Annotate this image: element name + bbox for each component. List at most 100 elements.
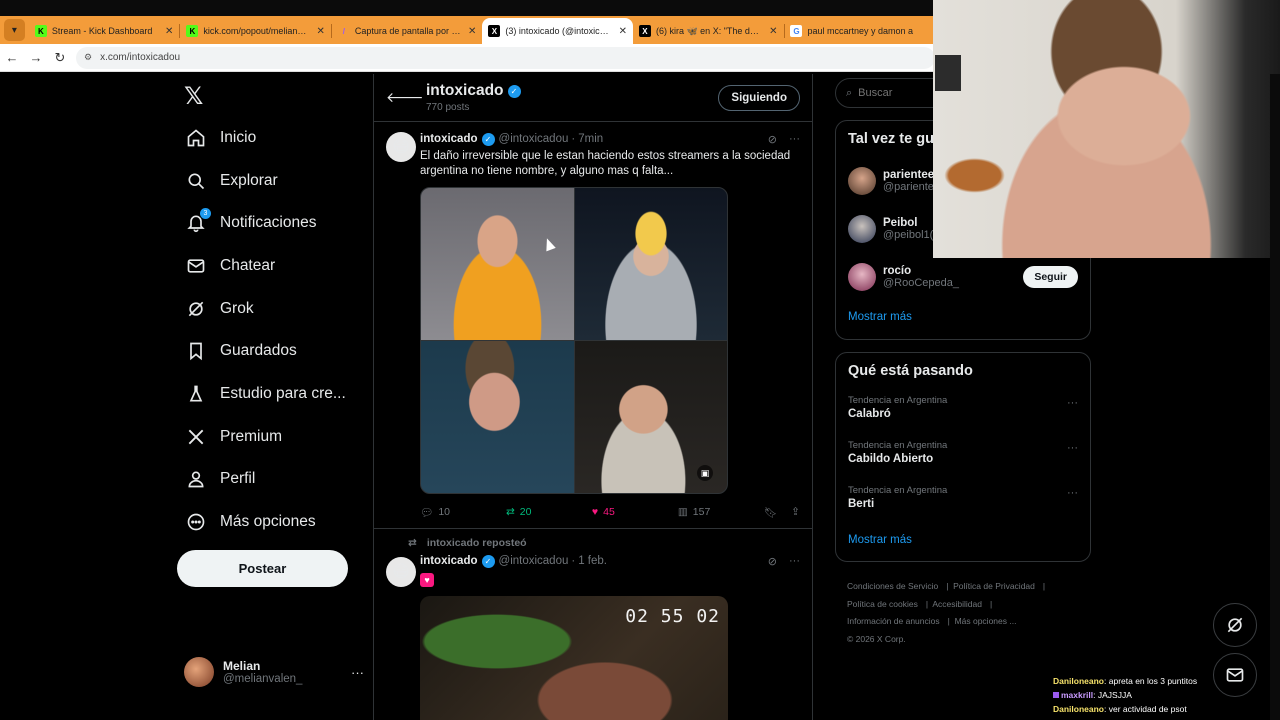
browser-tab[interactable]: G paul mccartney y damon a (784, 18, 935, 44)
webcam-background-poster (935, 55, 961, 91)
views-button[interactable]: ▥ 157 (678, 506, 764, 518)
close-icon[interactable]: ✕ (468, 26, 476, 37)
tweet-author-handle[interactable]: @intoxicadou (499, 133, 569, 145)
browser-tab[interactable]: K kick.com/popout/melianvalen/ ✕ (180, 18, 331, 44)
like-count: 45 (603, 506, 615, 518)
trend-item[interactable]: Tendencia en Argentina Cabildo Abierto ·… (836, 434, 1090, 479)
forward-icon[interactable]: → (24, 50, 48, 65)
browser-tab[interactable]: X (6) kira 🦋 en X: "The damage ✕ (633, 18, 784, 44)
nav-item-home[interactable]: Inicio (184, 118, 256, 158)
site-info-icon[interactable]: ⚙ (84, 52, 92, 63)
trend-item[interactable]: Tendencia en Argentina Calabró ··· (836, 389, 1090, 434)
tweet-image[interactable] (421, 188, 574, 340)
image-badge-icon[interactable]: ▣ (697, 465, 713, 481)
more-icon[interactable]: ··· (1067, 487, 1078, 499)
webcam-overlay (933, 0, 1280, 258)
nav-item-more[interactable]: Más opciones (184, 502, 316, 542)
tweet[interactable]: 😷 intoxicado ✓ @intoxicadou · 7min ⊘ ···… (374, 122, 812, 529)
nav-item-bookmarks[interactable]: Guardados (184, 331, 297, 371)
following-button[interactable]: Siguiendo (718, 84, 800, 111)
grok-icon[interactable]: ⊘ (768, 133, 777, 146)
grok-icon[interactable]: ⊘ (768, 555, 777, 568)
browser-tab[interactable]: / Captura de pantalla por Lightsh ✕ (332, 18, 483, 44)
account-name: rocío (883, 265, 912, 277)
grok-floating-button[interactable] (1213, 603, 1257, 647)
post-button[interactable]: Postear (177, 550, 348, 587)
avatar[interactable] (848, 263, 876, 291)
nav-item-grok[interactable]: Grok (184, 289, 254, 329)
retweet-button[interactable]: ⇄ 20 (506, 506, 592, 518)
nav-item-premium[interactable]: Premium (184, 417, 282, 457)
share-icon[interactable]: ⇪ (791, 506, 800, 519)
scrollbar[interactable] (1270, 74, 1280, 720)
back-arrow-icon[interactable]: 🡐 (386, 89, 426, 106)
browser-tab[interactable]: K Stream - Kick Dashboard ✕ (29, 18, 180, 44)
nav-item-explore[interactable]: Explorar (184, 161, 278, 201)
url-field[interactable]: ⚙ x.com/intoxicadou (76, 46, 935, 69)
tweet[interactable]: ⇄ intoxicado reposteó 😷 intoxicado ✓ @in… (374, 529, 812, 720)
reply-button[interactable]: 💬︎ 10 (420, 506, 506, 519)
nav-item-profile[interactable]: Perfil (184, 459, 255, 499)
tweet-author-name[interactable]: intoxicado (420, 133, 478, 145)
home-icon (184, 126, 208, 150)
close-icon[interactable]: ✕ (619, 26, 627, 37)
footer-link[interactable]: Condiciones de Servicio (847, 581, 938, 591)
avatar[interactable]: 😷 (386, 557, 416, 587)
nav-label: Explorar (220, 172, 278, 189)
bookmark-icon[interactable]: 🔖︎ (764, 506, 777, 519)
tweet-actions: 💬︎ 10 ⇄ 20 ♥ 45 ▥ 157 🔖︎ ⇪ (420, 504, 800, 520)
footer-links: Condiciones de Servicio | Política de Pri… (847, 578, 1087, 648)
tweet-image[interactable] (574, 188, 727, 340)
nav-label: Más opciones (220, 513, 316, 530)
nav-label: Premium (220, 428, 283, 445)
avatar[interactable] (848, 167, 876, 195)
avatar[interactable]: 😷 (386, 132, 416, 162)
tweet-image[interactable] (421, 341, 574, 493)
tweet-author-name[interactable]: intoxicado (420, 555, 478, 567)
close-icon[interactable]: ✕ (165, 26, 173, 37)
trend-item[interactable]: Tendencia en Argentina Berti ··· (836, 479, 1090, 524)
follow-button[interactable]: Seguir (1023, 266, 1078, 288)
show-more-link[interactable]: Mostrar más (836, 301, 1090, 335)
chat-text: : apreta en los 3 puntitos (1104, 676, 1198, 686)
account-switcher[interactable]: Melian @melianvalen_ ··· (184, 654, 364, 690)
close-icon[interactable]: ✕ (317, 26, 325, 37)
footer-link[interactable]: Más opciones ... (955, 616, 1017, 626)
footer-link[interactable]: Política de Privacidad (953, 581, 1035, 591)
tweet-author-handle[interactable]: @intoxicadou (499, 555, 569, 567)
tab-search-button[interactable]: ▾ (4, 19, 25, 41)
close-icon[interactable]: ✕ (769, 26, 777, 37)
nav-item-notifications[interactable]: 3 Notificaciones (184, 203, 317, 243)
x-logo-icon[interactable]: 𝕏 (184, 82, 203, 111)
avatar[interactable] (848, 215, 876, 243)
account-name: Melian (223, 659, 261, 673)
repost-icon: ⇄ (408, 537, 417, 549)
reload-icon[interactable]: ↻ (48, 50, 72, 66)
more-icon[interactable]: ··· (789, 133, 800, 146)
suggested-account[interactable]: rocío @RooCepeda_ Seguir (836, 253, 1090, 301)
more-icon[interactable]: ··· (1067, 442, 1078, 454)
footer-link[interactable]: Accesibilidad (932, 599, 982, 609)
tweet-time[interactable]: 1 feb. (578, 555, 607, 567)
like-button[interactable]: ♥ 45 (592, 506, 678, 518)
nav-item-chat[interactable]: Chatear (184, 246, 275, 286)
back-icon[interactable]: ← (0, 50, 24, 65)
avatar (184, 657, 214, 687)
more-icon[interactable]: ··· (1067, 397, 1078, 409)
tweet-image[interactable]: 02 55 02 (420, 596, 728, 720)
tweet-time[interactable]: 7min (578, 133, 603, 145)
browser-tab-active[interactable]: X (3) intoxicado (@intoxicadou) / ✕ (482, 18, 633, 44)
tweet-media-grid[interactable]: ▣ (420, 187, 728, 494)
repost-label: ⇄ intoxicado reposteó (408, 537, 800, 549)
account-handle: @peibol1( (883, 229, 934, 241)
tab-title: paul mccartney y damon a (807, 26, 914, 36)
nav-item-creator-studio[interactable]: Estudio para cre... (184, 374, 346, 414)
chat-username: maxkrill (1061, 690, 1094, 700)
footer-link[interactable]: Política de cookies (847, 599, 918, 609)
footer-link[interactable]: Información de anuncios (847, 616, 940, 626)
tab-title: Stream - Kick Dashboard (51, 26, 153, 36)
more-icon[interactable]: ··· (351, 665, 364, 680)
heart-icon: ♥ (591, 506, 599, 518)
more-icon[interactable]: ··· (789, 555, 800, 568)
show-more-link[interactable]: Mostrar más (836, 524, 1090, 558)
